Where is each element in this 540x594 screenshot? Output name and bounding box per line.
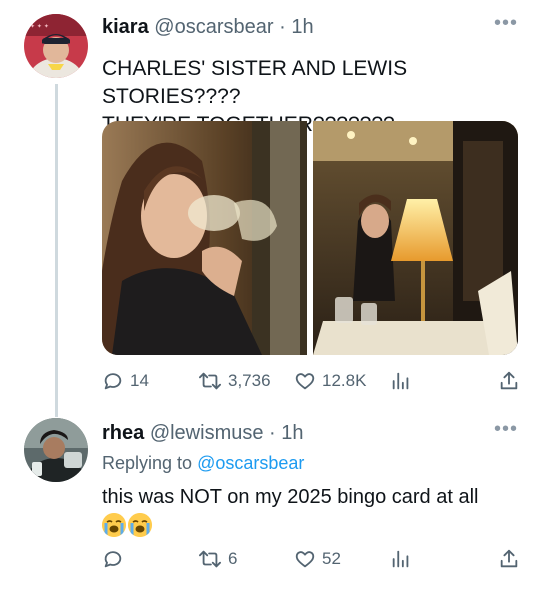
- timestamp[interactable]: 1h: [281, 422, 303, 444]
- tweet-text-line: CHARLES' SISTER AND LEWIS STORIES????: [102, 57, 408, 108]
- more-dots-icon[interactable]: •••: [494, 418, 518, 441]
- share-icon: [500, 549, 518, 568]
- reply-icon: [104, 551, 122, 568]
- tweet-header: rhea @lewismuse · 1h: [102, 422, 304, 445]
- tweet-rhea[interactable]: rhea @lewismuse · 1h ••• Replying to @os…: [0, 405, 540, 594]
- like-count: 12.8K: [322, 371, 367, 390]
- heart-icon: [295, 373, 315, 390]
- share-button[interactable]: [498, 370, 520, 392]
- display-name[interactable]: rhea: [102, 422, 144, 444]
- retweet-count: 3,736: [228, 371, 271, 390]
- like-count: 52: [322, 549, 341, 568]
- svg-text:✦ ✦ ✦: ✦ ✦ ✦: [30, 23, 49, 30]
- share-button[interactable]: [498, 548, 520, 570]
- photo-woman-drinking[interactable]: [102, 121, 307, 355]
- views-icon: [392, 550, 409, 568]
- replying-to: Replying to @oscarsbear: [102, 453, 304, 474]
- tweet-header: kiara @oscarsbear · 1h: [102, 16, 314, 39]
- loudly-crying-face-icon: [128, 513, 152, 537]
- avatar[interactable]: ✦ ✦ ✦: [24, 14, 88, 78]
- tweet-text: this was NOT on my 2025 bingo card at al…: [102, 486, 479, 508]
- media-grid: [102, 121, 518, 355]
- retweet-button[interactable]: 6: [198, 548, 237, 570]
- replying-prefix: Replying to: [102, 453, 193, 473]
- reply-button[interactable]: 14: [102, 370, 149, 392]
- emoji-row: [102, 513, 152, 537]
- display-name[interactable]: kiara: [102, 16, 149, 38]
- like-button[interactable]: 12.8K: [294, 370, 366, 392]
- user-handle[interactable]: @oscarsbear: [154, 16, 273, 38]
- tweet-actions: 14 3,736 12.8K: [102, 370, 522, 394]
- tweet-actions: 6 52: [102, 548, 522, 572]
- reply-button[interactable]: [102, 548, 130, 570]
- share-icon: [500, 371, 518, 390]
- retweet-icon: [199, 372, 221, 390]
- reply-icon: [104, 373, 122, 390]
- user-handle[interactable]: @lewismuse: [150, 422, 264, 444]
- separator-dot: ·: [279, 16, 286, 38]
- separator-dot: ·: [269, 422, 276, 444]
- like-button[interactable]: 52: [294, 548, 341, 570]
- retweet-count: 6: [228, 549, 238, 568]
- views-icon: [392, 372, 409, 390]
- loudly-crying-face-icon: [102, 513, 126, 537]
- reply-count: 14: [130, 371, 149, 390]
- more-dots-icon[interactable]: •••: [494, 12, 518, 35]
- tweet-kiara[interactable]: ✦ ✦ ✦ kiara @oscarsbear · 1h ••• CHARLES…: [0, 0, 540, 417]
- retweet-button[interactable]: 3,736: [198, 370, 271, 392]
- views-button[interactable]: [390, 370, 412, 392]
- retweet-icon: [199, 550, 221, 568]
- thread-line: [55, 84, 58, 417]
- timestamp[interactable]: 1h: [291, 16, 313, 38]
- mention-link[interactable]: @oscarsbear: [197, 453, 304, 473]
- avatar[interactable]: [24, 418, 88, 482]
- views-button[interactable]: [390, 548, 412, 570]
- heart-icon: [295, 551, 315, 568]
- photo-restaurant-lamp[interactable]: [313, 121, 518, 355]
